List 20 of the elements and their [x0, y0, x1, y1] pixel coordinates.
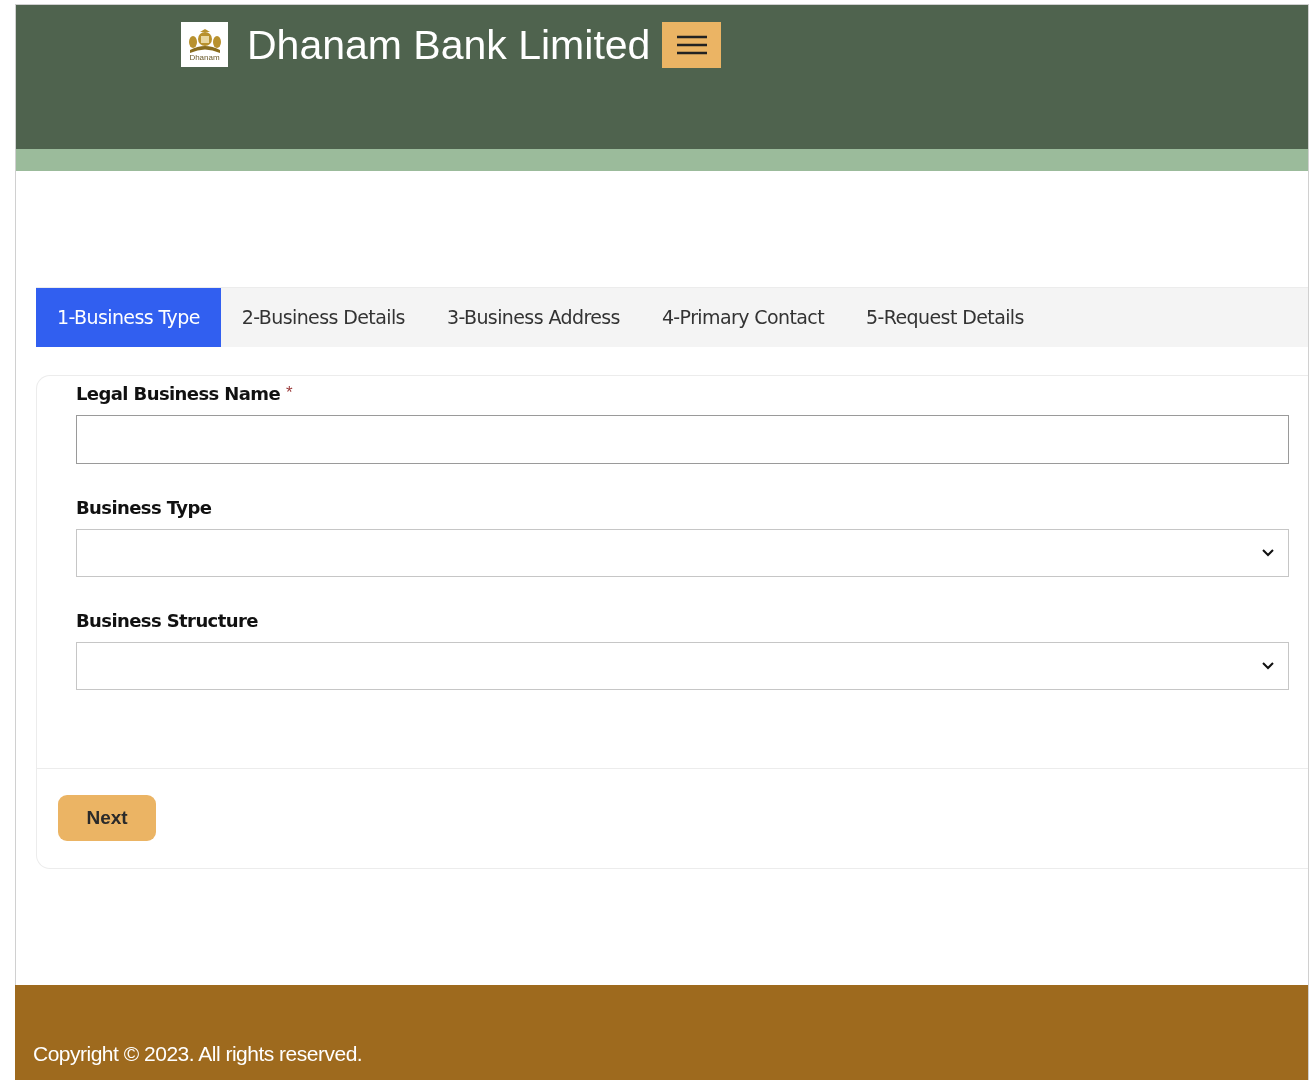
chevron-down-icon [1262, 549, 1274, 557]
required-mark: * [286, 382, 293, 405]
step-tab[interactable]: 1-Business Type [36, 288, 221, 347]
field-label: Legal Business Name [76, 381, 281, 406]
chevron-down-icon [1262, 662, 1274, 670]
copyright-text: Copyright © 2023. All rights reserved. [33, 1040, 363, 1067]
step-tab[interactable]: 5-Request Details [845, 288, 1045, 347]
step-tab[interactable]: 4-Primary Contact [640, 288, 845, 347]
menu-icon [676, 35, 707, 55]
select-field[interactable] [76, 529, 1289, 577]
step-tab[interactable]: 2-Business Details [220, 288, 426, 347]
field-label: Business Structure [76, 608, 258, 633]
bank-title: Dhanam Bank Limited [247, 22, 651, 68]
menu-button[interactable] [662, 22, 722, 68]
field-label: Business Type [76, 495, 212, 520]
select-field[interactable] [76, 642, 1289, 690]
step-tab[interactable]: 3-Business Address [425, 288, 641, 347]
logo-text: Dhanam [189, 53, 220, 62]
next-button[interactable]: Next [58, 795, 156, 841]
text-field[interactable] [76, 415, 1289, 464]
